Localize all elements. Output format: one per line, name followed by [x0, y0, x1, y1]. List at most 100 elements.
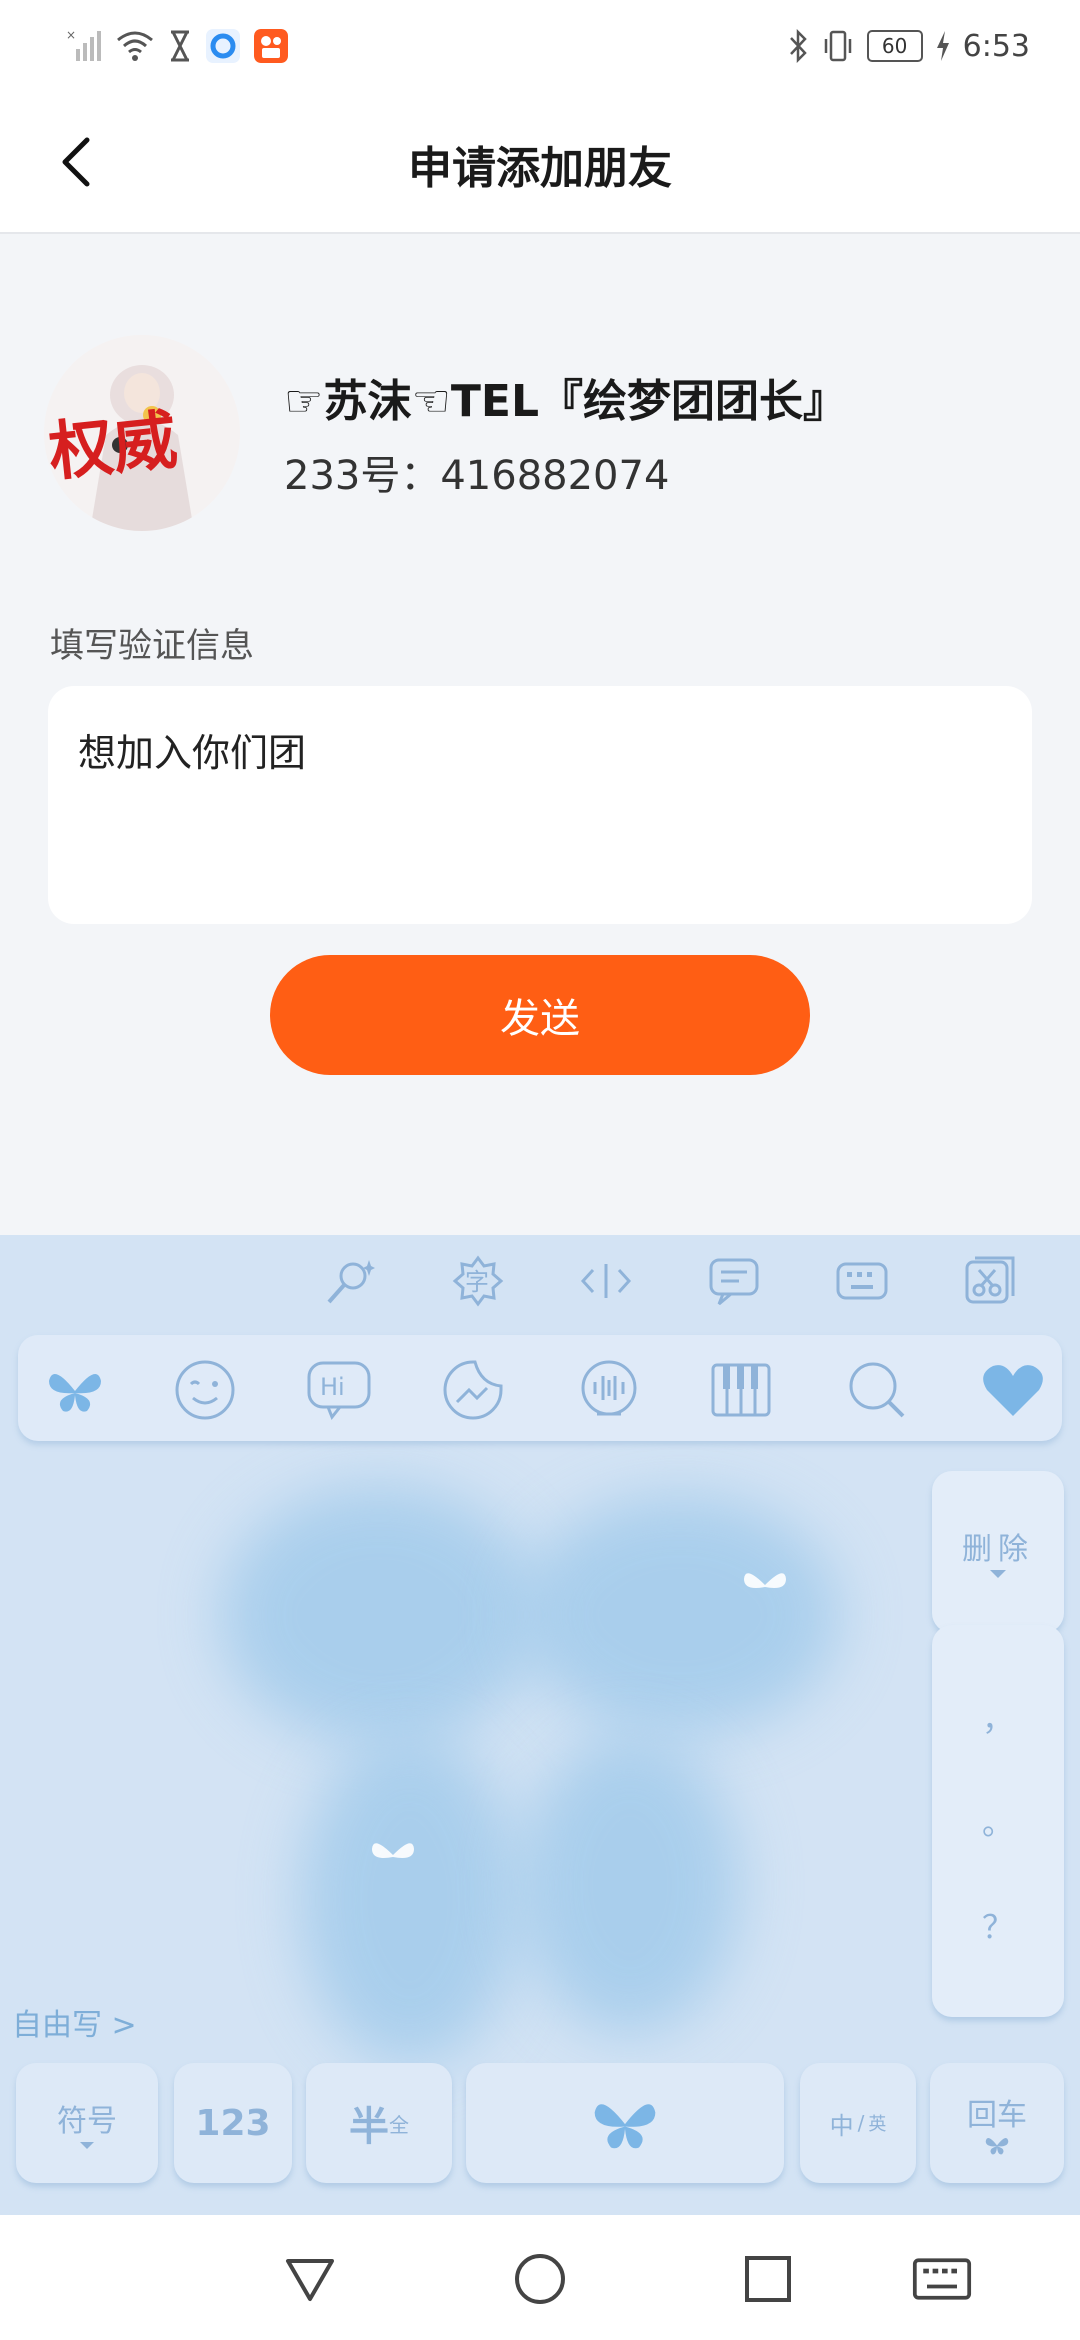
heart-icon — [983, 1365, 1043, 1416]
delete-key-label: 删除 — [962, 1532, 1034, 1567]
feature-sticker[interactable] — [438, 1355, 508, 1425]
butterfly-wallpaper — [220, 1485, 540, 1745]
scissors-icon — [965, 1256, 1015, 1304]
wink-face-icon — [175, 1360, 235, 1420]
nav-home-button[interactable] — [510, 2251, 570, 2307]
cursor-move-icon — [580, 1264, 632, 1298]
voice-icon — [581, 1360, 637, 1416]
lang-switch-key[interactable]: 中 / 英 — [800, 2063, 916, 2183]
feature-search[interactable] — [842, 1355, 912, 1425]
delete-key[interactable]: 删除 — [932, 1471, 1064, 1633]
chevron-down-icon — [80, 2142, 94, 2149]
feature-emoji[interactable] — [170, 1355, 240, 1425]
status-left-icons: × — [66, 22, 288, 70]
numbers-key[interactable]: 123 — [174, 2063, 292, 2183]
system-nav-bar — [0, 2215, 1080, 2340]
butterfly-icon — [594, 2104, 656, 2149]
charging-icon — [936, 31, 949, 61]
butterfly-wallpaper — [520, 1495, 840, 1735]
feature-voice[interactable] — [574, 1355, 644, 1425]
ime-keyboard: 字 Hi 删除 ， 。 ？ 自由写 > 符号 123 半 全 中 / 英 回车 — [0, 1235, 1080, 2215]
punct-column: ， 。 ？ — [932, 1625, 1064, 2017]
hi-bubble-icon: Hi — [307, 1361, 371, 1420]
lang-cn-label: 中 — [829, 2111, 854, 2140]
feature-favorite[interactable] — [978, 1355, 1048, 1425]
status-right-icons: 60 6:53 — [787, 22, 1030, 70]
avatar-image: 权威 — [44, 335, 240, 531]
sparkle-butterfly-icon — [744, 1573, 786, 1588]
symbols-key[interactable]: 符号 — [16, 2063, 158, 2183]
sparkle-butterfly-icon — [372, 1843, 414, 1858]
page-title: 申请添加朋友 — [408, 143, 672, 194]
butterfly-icon — [985, 2138, 1009, 2155]
nav-keyboard-button[interactable] — [912, 2251, 972, 2307]
font-char-icon: 字 — [452, 1255, 504, 1307]
status-time: 6:53 — [962, 28, 1030, 64]
numbers-key-label: 123 — [195, 2102, 271, 2144]
avatar-watermark: 权威 — [44, 403, 180, 491]
profile-card: 权威 ☞苏沫☜TEL『绘梦团团长』 233号：416882074 — [44, 335, 1044, 531]
feature-skin[interactable] — [40, 1355, 110, 1425]
magic-wand-icon — [327, 1260, 375, 1304]
chevron-down-icon — [990, 1570, 1006, 1578]
symbols-key-label: 符号 — [57, 2104, 117, 2139]
butterfly-wallpaper — [300, 1735, 520, 2065]
half-full-key[interactable]: 半 全 — [306, 2063, 452, 2183]
verify-label: 填写验证信息 — [50, 626, 254, 666]
hi-label: Hi — [320, 1373, 345, 1401]
lang-en-label: 英 — [868, 2114, 887, 2135]
browser-app-icon — [206, 29, 240, 63]
punct-question-key[interactable]: ？ — [982, 1902, 1014, 1948]
full-label: 全 — [389, 2112, 409, 2137]
nav-recents-button[interactable] — [738, 2251, 798, 2307]
bluetooth-icon — [789, 29, 807, 63]
piano-icon — [711, 1363, 771, 1417]
verify-message-input[interactable]: 想加入你们团 — [48, 686, 1032, 924]
keyboard-layout-icon — [836, 1262, 888, 1300]
no-sim-signal-icon: × — [66, 29, 101, 61]
verify-message-text: 想加入你们团 — [78, 731, 307, 775]
toolbar-cursor[interactable] — [574, 1249, 638, 1313]
space-key[interactable] — [466, 2063, 784, 2183]
butterfly-icon — [49, 1373, 101, 1412]
punct-comma-key[interactable]: ， — [982, 1694, 1014, 1740]
status-bar: × 60 6:53 — [0, 0, 1080, 92]
profile-id: 233号：416882074 — [284, 453, 670, 499]
lang-separator: / — [857, 2111, 865, 2135]
back-triangle-icon — [286, 2259, 334, 2301]
keyboard-toolbar: 字 — [0, 1235, 1080, 1335]
send-button-label: 发送 — [500, 996, 580, 1042]
profile-nickname: ☞苏沫☜TEL『绘梦团团长』 — [284, 376, 847, 427]
search-icon — [849, 1362, 905, 1418]
vibrate-icon — [824, 30, 851, 62]
clipboard-chat-icon — [709, 1258, 759, 1306]
feature-bar: Hi — [18, 1335, 1062, 1441]
battery-level: 60 — [881, 34, 908, 58]
nav-back-button[interactable] — [280, 2251, 340, 2307]
punct-period-key[interactable]: 。 — [982, 1798, 1014, 1844]
home-circle-icon — [515, 2254, 565, 2304]
toolbar-font[interactable]: 字 — [446, 1249, 510, 1313]
toolbar-char: 字 — [465, 1268, 489, 1296]
app-header: 申请添加朋友 — [0, 92, 1080, 234]
svg-text:×: × — [66, 29, 76, 42]
recents-square-icon — [745, 2256, 791, 2302]
avatar[interactable]: 权威 — [44, 335, 240, 531]
battery-icon: 60 — [866, 30, 923, 62]
toolbar-cut[interactable] — [958, 1249, 1022, 1313]
send-button[interactable]: 发送 — [270, 955, 810, 1075]
kuaishou-app-icon — [254, 29, 288, 63]
sticker-icon — [443, 1360, 503, 1420]
wifi-icon — [117, 31, 153, 61]
enter-key[interactable]: 回车 — [930, 2063, 1064, 2183]
feature-hi[interactable]: Hi — [304, 1355, 374, 1425]
hourglass-icon — [171, 30, 189, 62]
keyboard-hide-icon — [912, 2258, 972, 2300]
half-label: 半 — [349, 2104, 389, 2150]
free-write-toggle[interactable]: 自由写 > — [12, 2000, 137, 2044]
toolbar-clipboard[interactable] — [702, 1249, 766, 1313]
feature-piano[interactable] — [706, 1355, 776, 1425]
toolbar-keyboard[interactable] — [830, 1249, 894, 1313]
butterfly-wallpaper — [520, 1735, 740, 2035]
toolbar-magic[interactable] — [318, 1249, 382, 1313]
